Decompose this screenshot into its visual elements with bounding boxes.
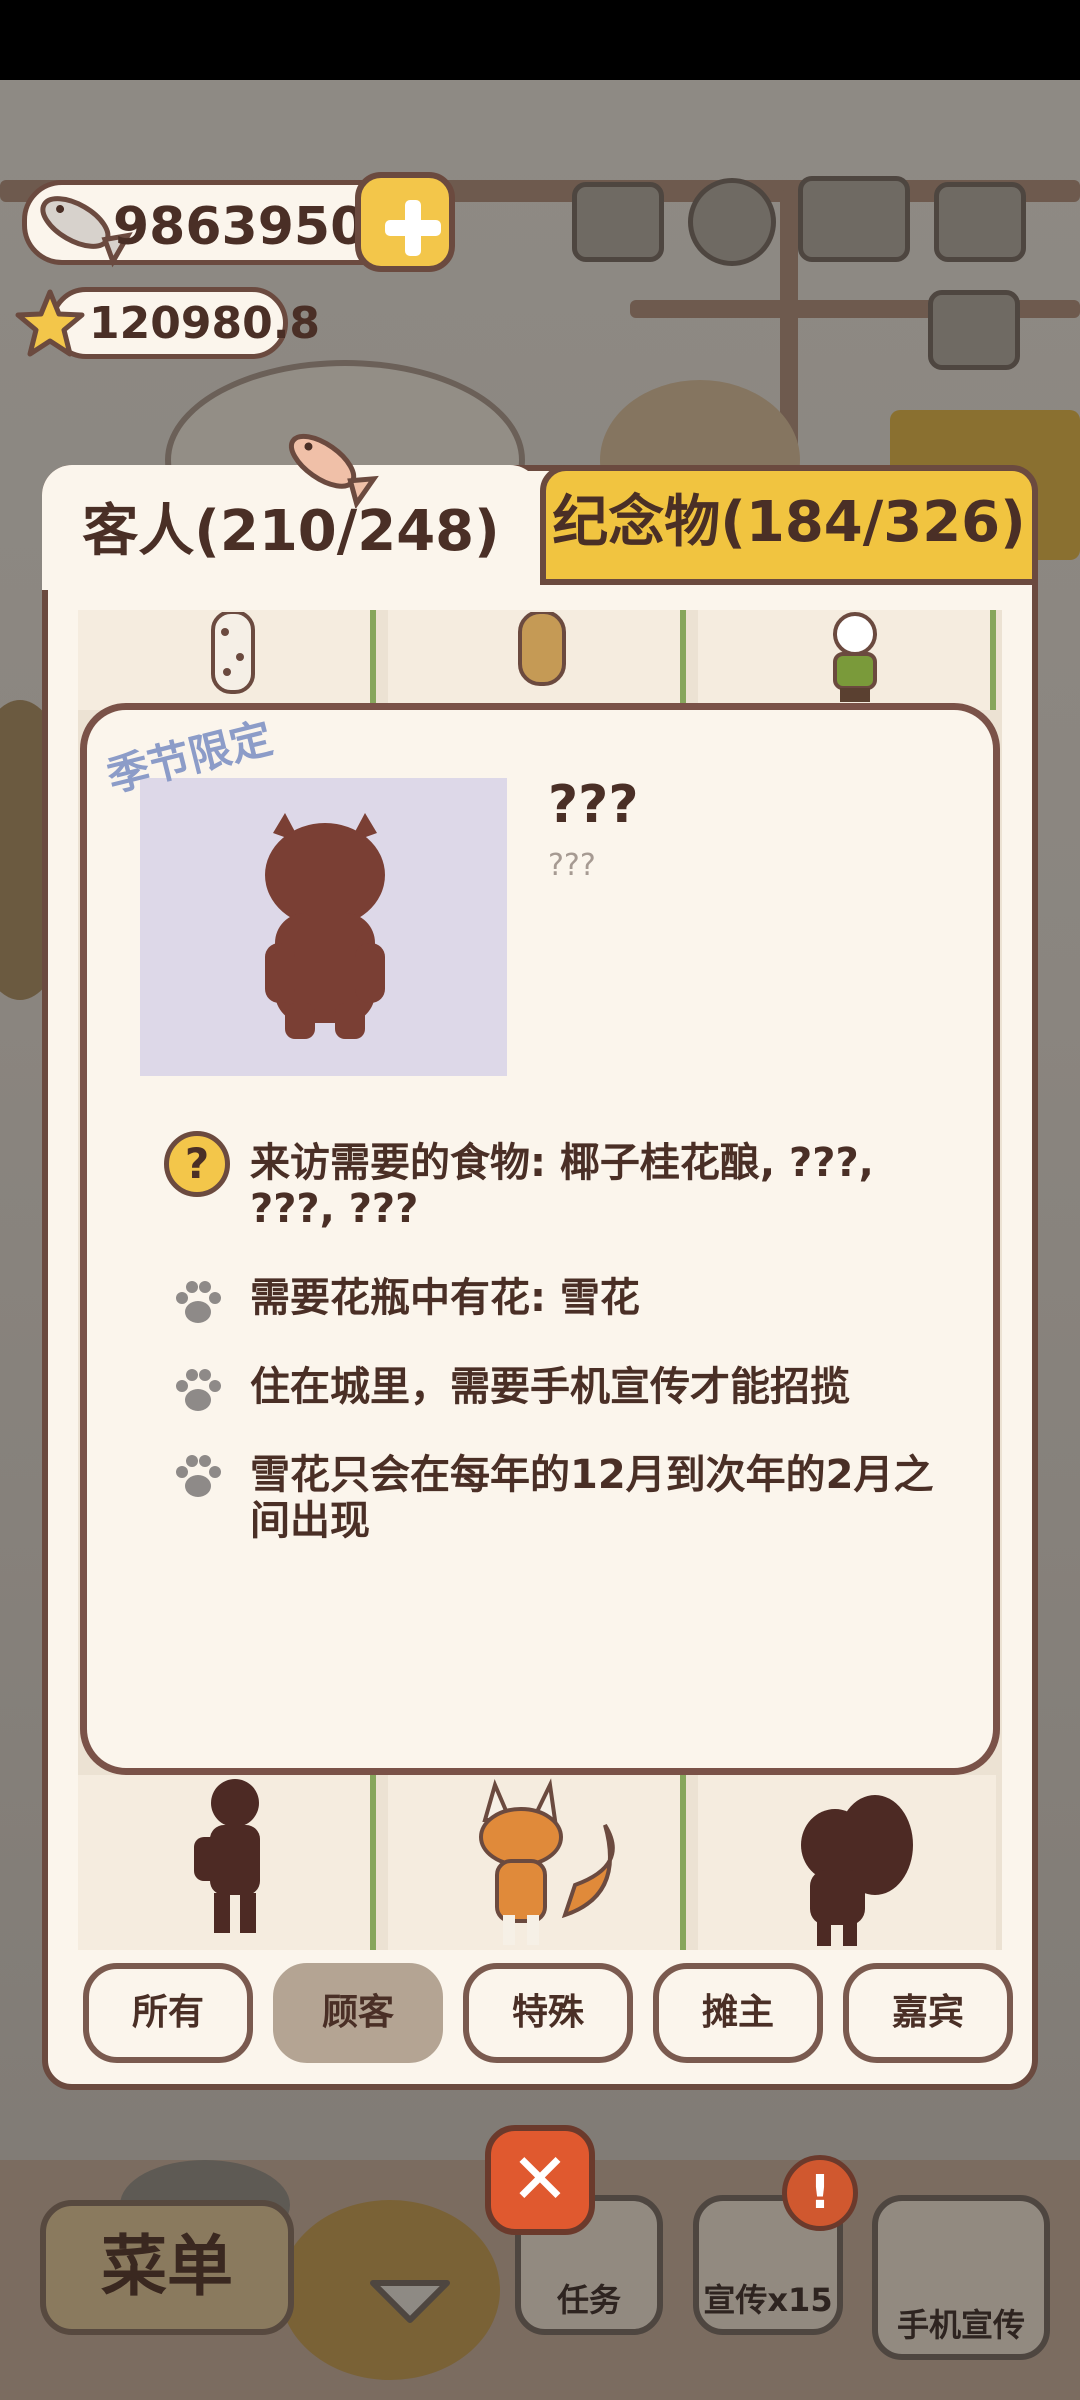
paw-icon bbox=[176, 1281, 221, 1323]
requirement-food: 来访需要的食物: 椰子桂花酿, ???, ???, ??? bbox=[250, 1140, 874, 1232]
star-count: 120980.8 bbox=[89, 298, 321, 349]
guest-squirrel-silhouette-sprite bbox=[801, 1795, 913, 1946]
close-button[interactable]: ✕ bbox=[485, 2125, 595, 2235]
guest-brown-cat-sprite bbox=[518, 612, 566, 686]
guestbook-icon[interactable] bbox=[798, 176, 910, 262]
tasks-label: 任务 bbox=[556, 2281, 621, 2319]
guest-portrait-box bbox=[140, 778, 507, 1076]
guest-dalmatian-sprite bbox=[211, 612, 255, 694]
phone-promo-label: 手机宣传 bbox=[896, 2306, 1025, 2344]
fish-count: 9863950 bbox=[113, 197, 367, 257]
add-currency-button[interactable] bbox=[355, 172, 455, 272]
guest-silhouette-icon bbox=[265, 813, 385, 1039]
paw-icon bbox=[176, 1455, 221, 1497]
tab-fish-icon bbox=[288, 433, 379, 508]
settings-gear-icon[interactable] bbox=[688, 178, 776, 266]
filter-guests-button[interactable]: 嘉宾 bbox=[843, 1963, 1013, 2063]
promo-label: 宣传x15 bbox=[703, 2281, 833, 2319]
question-icon: ? bbox=[164, 1131, 230, 1197]
alert-badge: ! bbox=[782, 2155, 858, 2231]
filter-vendors-button[interactable]: 摊主 bbox=[653, 1963, 823, 2063]
filter-all-button[interactable]: 所有 bbox=[83, 1963, 253, 2063]
requirement-city: 住在城里，需要手机宣传才能招揽 bbox=[250, 1364, 850, 1410]
paw-icon bbox=[176, 1369, 221, 1411]
filter-customers-button[interactable]: 顾客 bbox=[273, 1963, 443, 2063]
phone-promo-button[interactable]: 手机宣传 bbox=[872, 2195, 1050, 2360]
newspaper-icon[interactable] bbox=[928, 290, 1020, 370]
tab-souvenirs[interactable]: 纪念物(184/326) bbox=[540, 465, 1038, 585]
guest-silhouette-sprite bbox=[194, 1779, 260, 1933]
camera-icon[interactable] bbox=[934, 182, 1026, 262]
guest-name: ??? bbox=[548, 775, 639, 835]
chevron-down-icon[interactable] bbox=[365, 2275, 455, 2330]
star-icon bbox=[15, 289, 85, 357]
status-bar bbox=[0, 0, 1080, 80]
menu-label: 菜单 bbox=[101, 2228, 233, 2305]
filter-special-button[interactable]: 特殊 bbox=[463, 1963, 633, 2063]
guest-subname: ??? bbox=[548, 848, 596, 883]
ranking-icon[interactable] bbox=[572, 182, 664, 262]
tab-souvenirs-label: 纪念物(184/326) bbox=[552, 490, 1026, 555]
requirement-flower: 需要花瓶中有花: 雪花 bbox=[250, 1275, 640, 1321]
requirement-season: 雪花只会在每年的12月到次年的2月之间出现 bbox=[250, 1452, 934, 1544]
guest-fox-sprite bbox=[479, 1778, 615, 1945]
guest-old-man-sprite bbox=[833, 612, 877, 702]
menu-button[interactable]: 菜单 bbox=[40, 2200, 294, 2335]
